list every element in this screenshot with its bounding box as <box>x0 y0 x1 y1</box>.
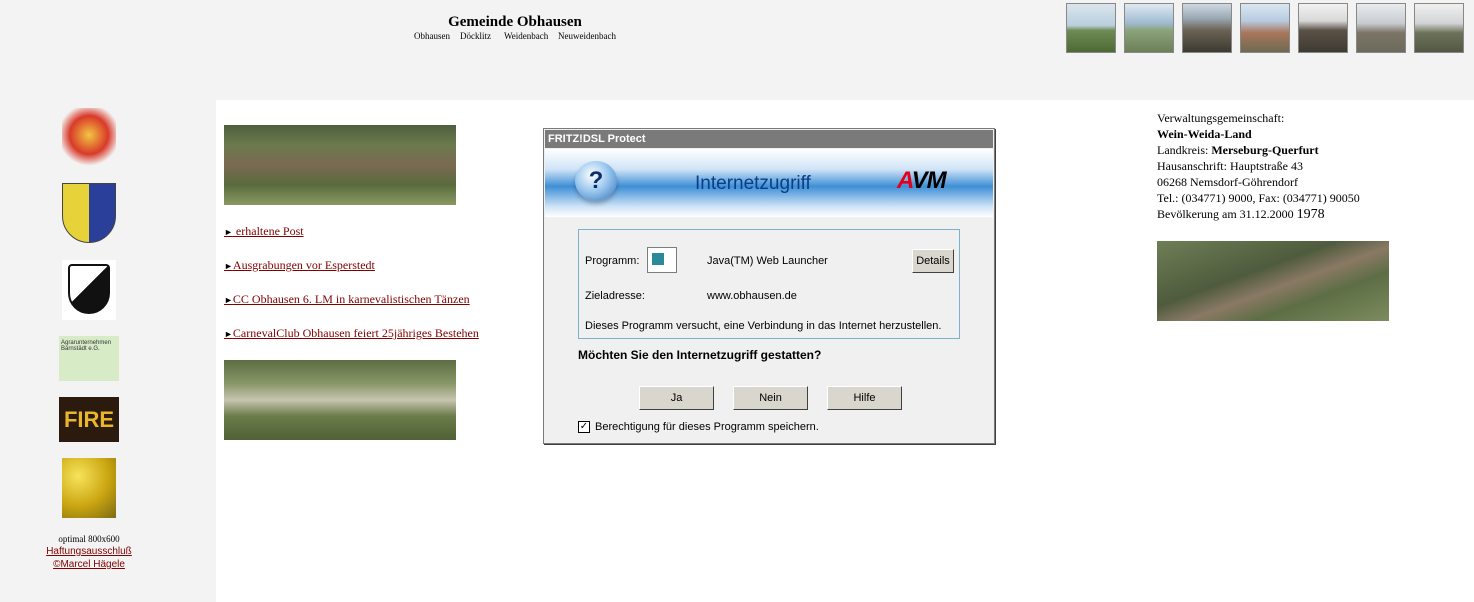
link-erhaltene-post[interactable]: ► erhaltene Post <box>224 224 304 239</box>
photo-thumbnail-3[interactable] <box>1182 3 1232 53</box>
link-ausgrabungen[interactable]: ►Ausgrabungen vor Esperstedt <box>224 258 375 273</box>
target-value: www.obhausen.de <box>707 290 797 302</box>
dialog-question: Möchten Sie den Internetzugriff gestatte… <box>578 348 822 362</box>
info-landkreis: Merseburg-Querfurt <box>1211 143 1319 157</box>
info-landkreis-label: Landkreis: <box>1157 143 1212 157</box>
photo-thumbnail-1[interactable] <box>1066 3 1116 53</box>
info-vg-name: Wein-Weida-Land <box>1157 127 1252 141</box>
info-vg-label: Verwaltungsgemeinschaft: <box>1157 111 1285 125</box>
copyright-link[interactable]: ©Marcel Hägele <box>53 559 125 570</box>
arrow-icon: ► <box>224 329 233 339</box>
village-link-weidenbach[interactable]: Weidenbach <box>504 31 548 41</box>
dialog-banner-title: Internetzugriff <box>695 173 811 194</box>
aerial-photo-village <box>224 125 456 205</box>
connection-details-box: Programm: Java(TM) Web Launcher Details … <box>578 229 960 339</box>
fire-logo[interactable]: FIRE <box>59 397 119 442</box>
photo-thumbnail-4[interactable] <box>1240 3 1290 53</box>
link-label: CarnevalClub Obhausen feiert 25jähriges … <box>232 326 479 340</box>
arrow-icon: ► <box>224 295 233 305</box>
village-link-obhausen[interactable]: Obhausen <box>414 31 450 41</box>
link-label: erhaltene Post <box>232 224 304 238</box>
rapeseed-field-image[interactable] <box>62 458 116 518</box>
coat-of-arms-image[interactable] <box>62 183 116 243</box>
sv-football-logo[interactable] <box>62 260 116 320</box>
program-icon <box>647 247 677 273</box>
info-tel: Tel.: (034771) 9000, Fax: (034771) 90050 <box>1157 191 1360 205</box>
no-button[interactable]: Nein <box>733 386 808 410</box>
agrarunternehmen-logo[interactable]: Agrarunternehmen Barnstädt e.G. <box>59 336 119 381</box>
aerial-photo-right <box>1157 241 1389 321</box>
photo-thumbnail-6[interactable] <box>1356 3 1406 53</box>
help-button[interactable]: Hilfe <box>827 386 902 410</box>
program-label: Programm: <box>585 255 640 267</box>
page-title: Gemeinde Obhausen <box>448 14 582 30</box>
question-icon: ? <box>575 161 617 201</box>
info-address: Hausanschrift: Hauptstraße 43 <box>1157 159 1303 173</box>
link-label: Ausgrabungen vor Esperstedt <box>232 258 375 272</box>
details-button[interactable]: Details <box>912 249 954 273</box>
photo-thumbnail-5[interactable] <box>1298 3 1348 53</box>
arrow-icon: ► <box>224 227 233 237</box>
photo-thumbnail-2[interactable] <box>1124 3 1174 53</box>
municipality-info: Verwaltungsgemeinschaft: Wein-Weida-Land… <box>1157 110 1360 223</box>
fritz-dialog: FRITZ!DSL Protect ? Internetzugriff AVM … <box>543 128 995 444</box>
arrow-icon: ► <box>224 261 233 271</box>
village-link-neuweidenbach[interactable]: Neuweidenbach <box>558 31 616 41</box>
remember-checkbox[interactable]: ✓ <box>578 421 590 433</box>
dialog-banner: ? Internetzugriff AVM <box>545 149 993 217</box>
village-link-doecklitz[interactable]: Döcklitz <box>460 31 491 41</box>
link-carnevalclub[interactable]: ►CarnevalClub Obhausen feiert 25jähriges… <box>224 326 479 341</box>
target-label: Zieladresse: <box>585 290 645 302</box>
yes-button[interactable]: Ja <box>639 386 714 410</box>
link-cc-obhausen[interactable]: ►CC Obhausen 6. LM in karnevalistischen … <box>224 292 470 307</box>
photo-thumbnail-7[interactable] <box>1414 3 1464 53</box>
shield-icon <box>68 264 110 314</box>
link-label: CC Obhausen 6. LM in karnevalistischen T… <box>232 292 470 306</box>
info-population: 1978 <box>1296 207 1325 222</box>
dialog-message: Dieses Programm versucht, eine Verbindun… <box>585 320 942 332</box>
aerial-photo-farm <box>224 360 456 440</box>
avm-logo-icon: AVM <box>897 167 947 194</box>
carnival-club-logo[interactable] <box>62 108 116 168</box>
info-city: 06268 Nemsdorf-Göhrendorf <box>1157 175 1298 189</box>
program-value: Java(TM) Web Launcher <box>707 255 828 267</box>
remember-label[interactable]: Berechtigung für dieses Programm speiche… <box>595 421 819 433</box>
dialog-title-bar[interactable]: FRITZ!DSL Protect <box>545 130 993 148</box>
info-population-label: Bevölkerung am 31.12.2000 <box>1157 207 1297 221</box>
disclaimer-link[interactable]: Haftungsausschluß <box>46 546 132 557</box>
optimal-resolution-note: optimal 800x600 <box>58 534 120 544</box>
